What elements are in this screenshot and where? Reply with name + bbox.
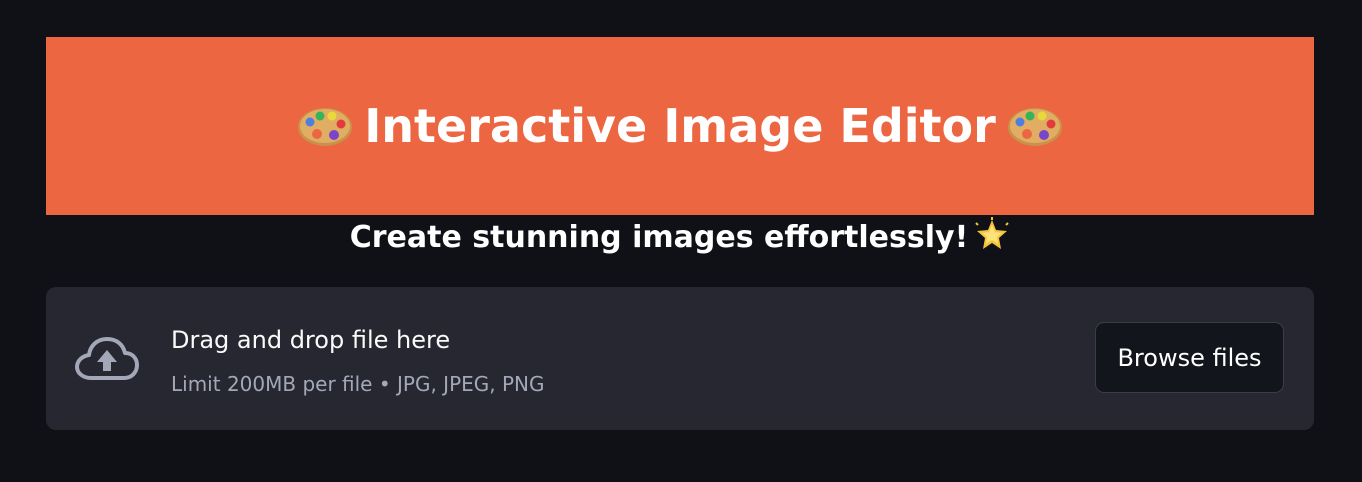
- browse-files-button[interactable]: Browse files: [1095, 322, 1284, 393]
- glowing-star-icon: [975, 217, 1009, 249]
- subtitle-text: Create stunning images effortlessly!: [349, 220, 969, 255]
- page-title: Interactive Image Editor: [296, 99, 1064, 153]
- file-limit-text: Limit 200MB per file • JPG, JPEG, PNG: [171, 372, 545, 396]
- page-title-text: Interactive Image Editor: [364, 99, 996, 153]
- cloud-upload-icon: [75, 337, 139, 380]
- artist-palette-icon: [1007, 108, 1062, 146]
- header-banner: Interactive Image Editor: [46, 37, 1314, 215]
- drop-instructions: Drag and drop file here: [171, 326, 451, 354]
- app-page: Interactive Image Editor Create stunning…: [0, 0, 1362, 482]
- subtitle: Create stunning images effortlessly!: [46, 216, 1314, 260]
- artist-palette-icon: [298, 108, 353, 146]
